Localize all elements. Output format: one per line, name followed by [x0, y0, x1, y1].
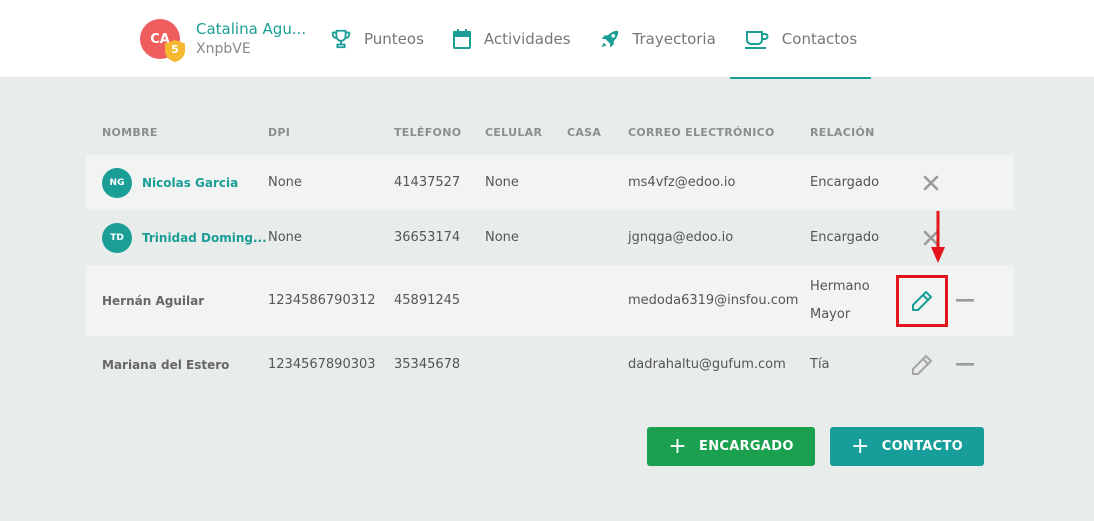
profile-text: Catalina Agu... XnpbVE	[196, 19, 306, 59]
header-correo: CORREO ELECTRÓNICO	[628, 126, 775, 139]
actions-cell	[896, 274, 1014, 327]
correo-cell: jgnqga@edoo.io	[628, 230, 734, 245]
profile-code: XnpbVE	[196, 41, 251, 57]
contact-name-link[interactable]: Nicolas Garcia	[142, 176, 238, 190]
table-row: Mariana del Estero 1234567890303 3534567…	[86, 336, 1014, 393]
tab-actividades[interactable]: Actividades	[438, 0, 585, 78]
header-celular: CELULAR	[485, 126, 543, 139]
table-row: NG Nicolas Garcia None 41437527 None ms4…	[86, 155, 1014, 210]
tab-label: Contactos	[781, 30, 858, 48]
tab-label: Trayectoria	[632, 30, 716, 48]
telefono-cell: 41437527	[394, 175, 461, 190]
minus-icon	[956, 298, 974, 302]
contact-avatar: TD	[102, 222, 132, 253]
dpi-cell: None	[268, 175, 302, 190]
dpi-cell: None	[268, 230, 302, 245]
contact-avatar: NG	[102, 167, 132, 198]
dpi-cell: 1234586790312	[268, 293, 376, 308]
add-encargado-button[interactable]: + ENCARGADO	[647, 427, 815, 466]
dpi-cell: 1234567890303	[268, 357, 376, 372]
pencil-icon	[912, 354, 932, 375]
tab-label: Punteos	[364, 30, 424, 48]
top-header: CA 5 Catalina Agu... XnpbVE Punteos Acti…	[0, 0, 1094, 79]
header-relacion: RELACIÓN	[810, 125, 875, 139]
remove-contact-button[interactable]	[916, 168, 946, 198]
button-label: ENCARGADO	[699, 439, 794, 454]
minus-icon	[956, 362, 974, 366]
table-row: TD Trinidad Doming... None 36653174 None…	[86, 210, 1014, 265]
header-dpi: DPI	[268, 126, 291, 139]
contacts-table: NOMBRE DPI TELÉFONO CELULAR CASA CORREO …	[86, 110, 1014, 393]
relacion-line: Hermano	[810, 278, 870, 294]
add-contacto-button[interactable]: + CONTACTO	[830, 427, 984, 466]
student-profile[interactable]: CA 5 Catalina Agu... XnpbVE	[140, 17, 306, 62]
level-badge: 5	[164, 39, 186, 63]
coffee-cup-icon	[744, 31, 769, 49]
trophy-icon	[331, 29, 351, 49]
contact-name: Mariana del Estero	[102, 357, 230, 372]
table-header: NOMBRE DPI TELÉFONO CELULAR CASA CORREO …	[86, 110, 1014, 155]
telefono-cell: 36653174	[394, 230, 461, 245]
relacion-cell: Hermano Mayor	[810, 273, 896, 329]
contact-name-cell: NG Nicolas Garcia	[86, 167, 268, 198]
contact-name-cell: Mariana del Estero	[86, 358, 268, 372]
tab-trayectoria[interactable]: Trayectoria	[585, 0, 730, 78]
celular-cell: None	[485, 175, 519, 190]
correo-cell: dadrahaltu@gufum.com	[628, 357, 786, 372]
rocket-icon	[601, 30, 618, 48]
contact-name-cell: TD Trinidad Doming...	[86, 222, 268, 253]
annotation-arrow-icon	[931, 211, 945, 263]
table-row: Hernán Aguilar 1234586790312 45891245 me…	[86, 265, 1014, 336]
calendar-icon	[452, 29, 471, 49]
header-casa: CASA	[567, 126, 602, 139]
collapse-button[interactable]	[950, 350, 980, 380]
level-number: 5	[171, 43, 179, 56]
header-nombre: NOMBRE	[102, 126, 158, 139]
relacion-line: Mayor	[810, 306, 851, 322]
relacion-cell: Encargado	[810, 174, 880, 190]
telefono-cell: 45891245	[394, 293, 461, 308]
actions-cell	[896, 339, 1014, 391]
profile-name[interactable]: Catalina Agu...	[196, 19, 306, 39]
actions-cell	[896, 223, 1014, 253]
avatar[interactable]: CA 5	[140, 19, 185, 62]
pencil-icon	[912, 290, 932, 311]
tab-label: Actividades	[483, 30, 571, 48]
close-icon	[923, 175, 939, 190]
contact-name: Hernán Aguilar	[102, 293, 205, 308]
contact-name-cell: Hernán Aguilar	[86, 294, 268, 308]
edit-contact-button[interactable]	[896, 339, 948, 391]
collapse-button[interactable]	[950, 286, 980, 316]
button-label: CONTACTO	[881, 439, 963, 454]
header-telefono: TELÉFONO	[394, 126, 462, 139]
tab-contactos[interactable]: Contactos	[729, 0, 872, 79]
relacion-cell: Tía	[810, 356, 830, 372]
celular-cell: None	[485, 230, 519, 245]
correo-cell: medoda6319@insfou.com	[628, 293, 799, 308]
plus-icon: +	[851, 433, 870, 459]
telefono-cell: 35345678	[394, 357, 461, 372]
correo-cell: ms4vfz@edoo.io	[628, 175, 736, 190]
plus-icon: +	[668, 433, 688, 459]
contact-name-link[interactable]: Trinidad Doming...	[142, 231, 267, 245]
relacion-cell: Encargado	[810, 229, 880, 245]
main-nav: Punteos Actividades Trayectoria Contacto…	[316, 0, 872, 79]
edit-contact-button[interactable]	[896, 274, 948, 327]
actions-cell	[896, 168, 1014, 198]
tab-punteos[interactable]: Punteos	[316, 0, 438, 78]
